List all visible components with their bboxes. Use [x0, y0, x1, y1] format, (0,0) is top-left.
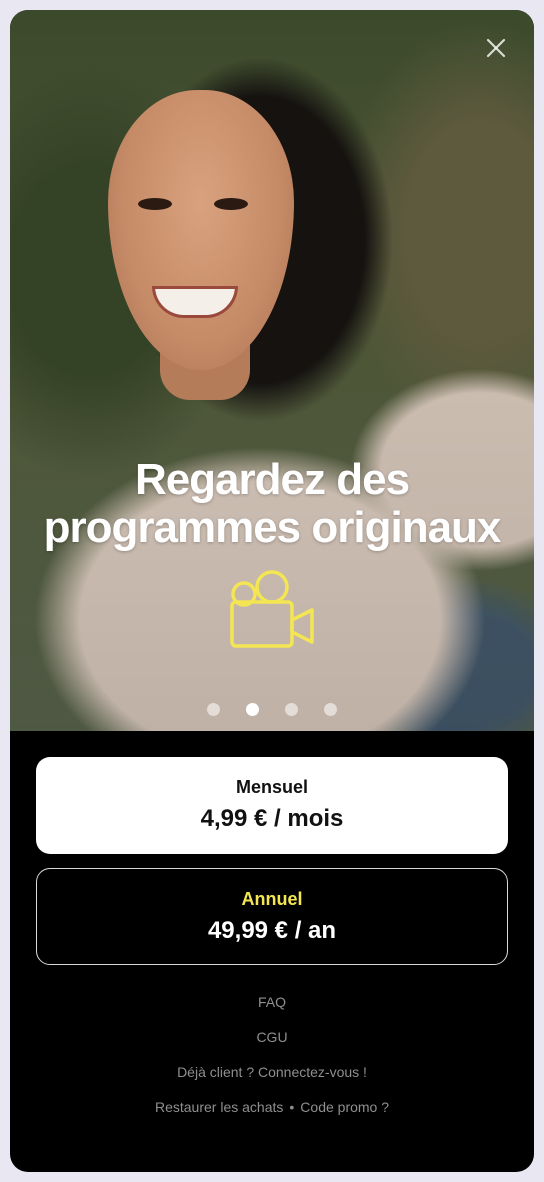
- footer-separator: •: [289, 1099, 295, 1115]
- plan-name: Annuel: [241, 889, 303, 909]
- plan-name: Mensuel: [235, 777, 309, 797]
- hero-photo: Regardez des programmes originaux: [10, 10, 534, 731]
- plan-option-yearly[interactable]: Annuel 49,99 € / an: [36, 868, 508, 965]
- faq-link[interactable]: FAQ: [10, 994, 534, 1010]
- carousel-dot-1[interactable]: [207, 703, 220, 716]
- plan-price: 49,99 € / an: [207, 917, 337, 944]
- paywall-screen: Regardez des programmes originaux Mensue…: [10, 10, 534, 1172]
- cgu-link[interactable]: CGU: [10, 1029, 534, 1045]
- hero-title: Regardez des programmes originaux: [10, 456, 534, 552]
- promo-code-link[interactable]: Code promo ?: [300, 1099, 389, 1115]
- close-button[interactable]: [484, 36, 508, 60]
- hero-title-line-1: Regardez des: [134, 455, 410, 504]
- plan-option-monthly[interactable]: Mensuel 4,99 € / mois: [36, 757, 508, 854]
- restore-purchases-link[interactable]: Restaurer les achats: [155, 1099, 283, 1115]
- footer-links: Restaurer les achats • Code promo ?: [10, 1099, 534, 1115]
- carousel-dot-4[interactable]: [324, 703, 337, 716]
- plan-price: 4,99 € / mois: [200, 805, 344, 832]
- hero-person-eye-right: [214, 198, 248, 210]
- hero-overlay: [10, 390, 534, 731]
- hero-person-eye-left: [138, 198, 172, 210]
- hero-title-line-2: programmes originaux: [43, 503, 502, 552]
- carousel-indicator: [10, 703, 534, 716]
- hero-person-face: [108, 90, 294, 370]
- close-icon: [486, 38, 506, 58]
- carousel-dot-3[interactable]: [285, 703, 298, 716]
- video-camera-icon: [230, 570, 314, 648]
- carousel-dot-2[interactable]: [246, 703, 259, 716]
- login-link[interactable]: Déjà client ? Connectez-vous !: [10, 1064, 534, 1080]
